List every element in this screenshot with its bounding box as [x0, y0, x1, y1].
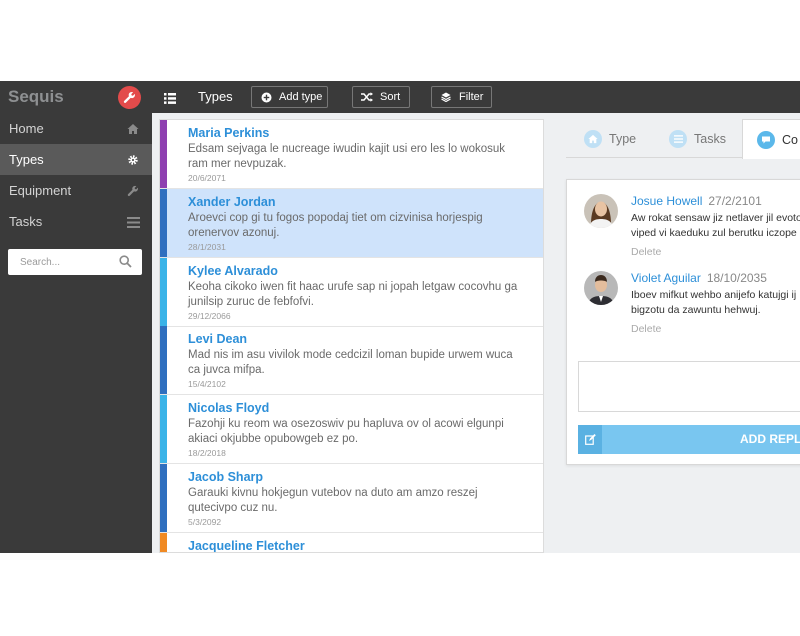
item-name: Kylee Alvarado: [188, 264, 278, 278]
item-date: 29/12/2066: [188, 311, 231, 321]
comment-header: Josue Howell 27/2/2101: [631, 194, 762, 208]
filter-button[interactable]: Filter: [431, 86, 492, 108]
list-item[interactable]: Levi Dean Mad nis im asu vivilok mode ce…: [160, 326, 543, 395]
plus-circle-icon: [260, 91, 272, 103]
search-input[interactable]: [20, 256, 115, 268]
list-item[interactable]: Maria Perkins Edsam sejvaga le nucreage …: [160, 120, 543, 189]
sidebar-item-tasks[interactable]: Tasks: [0, 206, 152, 237]
add-type-button[interactable]: Add type: [251, 86, 328, 108]
delete-link[interactable]: Delete: [631, 246, 661, 258]
add-reply-label: ADD REPLY: [740, 432, 800, 446]
tab-type[interactable]: Type: [584, 119, 636, 158]
item-description: Fazohji ku reom wa osezoswiv pu hapluva …: [188, 418, 504, 445]
list-icon: [669, 129, 687, 148]
sort-label: Sort: [380, 91, 401, 103]
item-date: 20/6/2071: [188, 173, 226, 183]
item-name: Jacqueline Fletcher: [188, 539, 305, 553]
page-title: Types: [198, 89, 233, 104]
sidebar-item-home[interactable]: Home: [0, 113, 152, 144]
sidebar-item-equipment[interactable]: Equipment: [0, 175, 152, 206]
comment-text: Aw rokat sensaw jiz netlaver jil evotos …: [631, 211, 800, 240]
home-icon: [584, 129, 602, 148]
brand-title: Sequis: [8, 87, 64, 106]
detail-tabs: Type Tasks Co: [566, 119, 800, 159]
sidebar-item-label: Types: [9, 152, 44, 167]
add-type-label: Add type: [279, 91, 323, 103]
tab-tasks[interactable]: Tasks: [669, 119, 726, 158]
toolbar: Types Add type Sort Filter: [152, 81, 800, 113]
wrench-icon[interactable]: [118, 86, 141, 109]
item-name: Jacob Sharp: [188, 470, 264, 484]
reply-textarea[interactable]: [578, 361, 800, 412]
sidebar: Sequis Home Types Equipment Tasks: [0, 81, 152, 553]
comment-date: 27/2/2101: [708, 194, 762, 208]
comment-line: viped vi kaeduku zul berutku iczope p: [631, 226, 800, 239]
tab-label: Co: [782, 132, 798, 147]
list-view-icon[interactable]: [164, 91, 176, 104]
home-icon: [126, 122, 140, 136]
sort-button[interactable]: Sort: [352, 86, 410, 108]
comment-line: Iboev mifkut wehbo anijefo katujgi ij: [631, 289, 797, 301]
list-icon: [126, 215, 140, 229]
item-name: Xander Jordan: [188, 195, 276, 209]
color-stripe: [160, 120, 167, 188]
item-date: 5/3/2092: [188, 517, 222, 527]
sidebar-item-label: Tasks: [9, 214, 43, 229]
add-reply-button[interactable]: ADD REPLY: [578, 425, 800, 454]
item-name: Levi Dean: [188, 332, 248, 346]
comment-icon: [757, 130, 775, 149]
item-description: Garauki kivnu hokjegun vutebov na duto a…: [188, 487, 478, 514]
comments-card: Josue Howell 27/2/2101 Aw rokat sensaw ji…: [566, 179, 800, 465]
list-item[interactable]: Jacob Sharp Garauki kivnu hokjegun vuteb…: [160, 464, 543, 533]
color-stripe: [160, 326, 167, 394]
item-description: Aroevci cop gi tu fogos popodaj tiet om …: [188, 212, 483, 239]
comment-author[interactable]: Josue Howell: [631, 194, 702, 208]
app-window: Sequis Home Types Equipment Tasks Search…: [0, 81, 800, 553]
tab-label: Type: [609, 131, 637, 146]
wrench-icon: [126, 184, 140, 198]
item-date: 15/4/2102: [188, 379, 226, 389]
gear-icon: [126, 153, 140, 167]
tab-label: Tasks: [694, 131, 726, 146]
color-stripe: [160, 189, 167, 257]
comment-header: Violet Aguilar 18/10/2035: [631, 271, 767, 285]
color-stripe: [160, 258, 167, 326]
sidebar-item-types[interactable]: Types: [0, 144, 152, 175]
man-avatar: [584, 271, 618, 305]
comment-date: 18/10/2035: [706, 271, 767, 285]
list-item[interactable]: Jacqueline Fletcher: [160, 533, 543, 553]
comment-author[interactable]: Violet Aguilar: [631, 271, 701, 285]
search-field: [8, 249, 142, 275]
item-description: Keoha cikoko iwen fit haac urufe sap ni …: [188, 281, 518, 308]
search-icon[interactable]: [119, 255, 133, 269]
color-stripe: [160, 395, 167, 463]
list-item[interactable]: Nicolas Floyd Fazohji ku reom wa osezosw…: [160, 395, 543, 464]
types-list: Maria Perkins Edsam sejvaga le nucreage …: [159, 119, 544, 553]
tab-comments[interactable]: Co: [742, 119, 800, 159]
brand-header: Sequis: [0, 81, 152, 113]
comment-line: Aw rokat sensaw jiz netlaver jil evotos: [631, 212, 800, 224]
woman-avatar: [584, 194, 618, 228]
shuffle-icon: [361, 91, 373, 103]
comment-line: bigzotu da zawuntu hehwuj.: [631, 303, 761, 316]
item-name: Maria Perkins: [188, 126, 270, 140]
list-item[interactable]: Xander Jordan Aroevci cop gi tu fogos po…: [160, 189, 543, 258]
color-stripe: [160, 533, 167, 552]
color-stripe: [160, 464, 167, 532]
edit-icon: [578, 425, 602, 454]
filter-icon: [440, 91, 452, 103]
sidebar-item-label: Equipment: [9, 183, 72, 198]
filter-label: Filter: [459, 91, 484, 103]
comment-text: Iboev mifkut wehbo anijefo katujgi ij bi…: [631, 288, 800, 317]
item-description: Edsam sejvaga le nucreage iwudin kajit u…: [188, 143, 506, 170]
item-description: Mad nis im asu vivilok mode cedcizil lom…: [188, 349, 513, 376]
item-date: 18/2/2018: [188, 448, 226, 458]
delete-link[interactable]: Delete: [631, 323, 661, 335]
list-item[interactable]: Kylee Alvarado Keoha cikoko iwen fit haa…: [160, 258, 543, 327]
sidebar-item-label: Home: [9, 121, 44, 136]
item-date: 28/1/2031: [188, 242, 226, 252]
item-name: Nicolas Floyd: [188, 401, 270, 415]
